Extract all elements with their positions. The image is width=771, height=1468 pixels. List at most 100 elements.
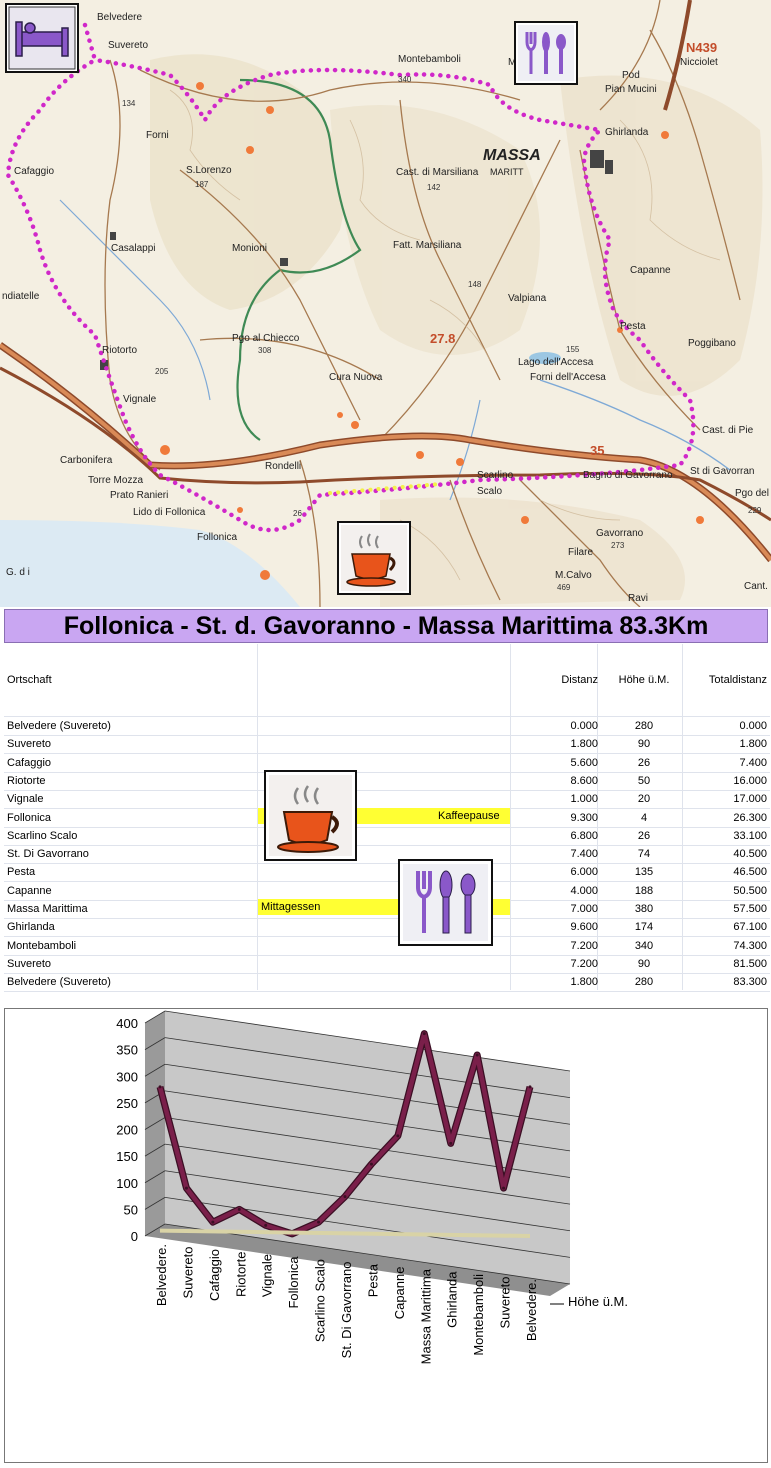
cell-ortschaft: Montebamboli bbox=[7, 939, 77, 952]
chart-data-point bbox=[317, 1220, 321, 1224]
cell-ortschaft: Vignale bbox=[7, 793, 44, 806]
chart-x-tick-label: Cafaggio bbox=[207, 1249, 222, 1301]
map-road-number: 35 bbox=[590, 443, 604, 458]
chart-x-tick-label: Belvedere. bbox=[524, 1279, 539, 1341]
cell-distanz: 8.600 bbox=[570, 774, 598, 787]
route-map: BelvedereSuveretoMontebamboliM.ArsentiNi… bbox=[0, 0, 771, 607]
cell-ortschaft: Ghirlanda bbox=[7, 921, 55, 934]
cell-hoehe: 280 bbox=[634, 976, 654, 989]
map-place-label: Lido di Follonica bbox=[133, 507, 206, 518]
map-place-label: Suvereto bbox=[108, 40, 148, 51]
map-place-label: Montebamboli bbox=[398, 54, 461, 65]
cell-distanz: 9.600 bbox=[570, 921, 598, 934]
chart-data-point bbox=[158, 1085, 162, 1089]
cell-hoehe: 26 bbox=[637, 756, 651, 769]
table-row: Belvedere (Suvereto) 1.800 280 83.300 bbox=[4, 973, 770, 993]
chart-x-tick-label: St. Di Gavorrano bbox=[339, 1262, 354, 1359]
map-place-label: Monioni bbox=[232, 243, 267, 254]
map-place-label: Cast. di Pie bbox=[702, 425, 754, 436]
chart-y-tick-label: 350 bbox=[116, 1043, 138, 1058]
chart-x-tick-label: Ghirlanda bbox=[445, 1271, 460, 1328]
table-row: Cafaggio 5.600 26 7.400 bbox=[4, 754, 770, 773]
map-place-label: Filare bbox=[568, 547, 593, 558]
chart-y-tick-label: 150 bbox=[116, 1149, 138, 1164]
map-place-label: Cant. bbox=[744, 581, 768, 592]
cell-distanz: 1.000 bbox=[570, 793, 598, 806]
chart-y-tick-label: 400 bbox=[116, 1016, 138, 1031]
header-hoehe: Höhe ü.M. bbox=[618, 674, 670, 686]
table-row: Ghirlanda 9.600 174 67.100 bbox=[4, 918, 770, 938]
chart-y-tick-label: 50 bbox=[124, 1202, 138, 1217]
map-elevation-label: 134 bbox=[122, 99, 136, 108]
map-place-label: Belvedere bbox=[97, 12, 142, 23]
table-row: Riotorte 8.600 50 16.000 bbox=[4, 772, 770, 791]
chart-y-tick-label: 0 bbox=[131, 1229, 138, 1244]
map-place-label: Pian Mucini bbox=[605, 84, 657, 95]
map-place-label: Rondelli bbox=[265, 461, 301, 472]
cell-distanz: 6.800 bbox=[570, 829, 598, 842]
cell-distanz: 7.000 bbox=[570, 903, 598, 915]
header-totaldistanz: Totaldistanz bbox=[708, 674, 767, 686]
map-place-label: M.Calvo bbox=[555, 570, 592, 581]
cell-hoehe: 340 bbox=[634, 939, 654, 952]
map-place-label: Carbonifera bbox=[60, 455, 113, 466]
map-place-label: Nicciolet bbox=[680, 57, 718, 68]
map-place-label: ndiatelle bbox=[2, 291, 40, 302]
table-row: Scarlino Scalo 6.800 26 33.100 bbox=[4, 827, 770, 846]
cell-totaldistanz: 57.500 bbox=[733, 903, 767, 915]
cell-hoehe: 188 bbox=[634, 884, 654, 897]
chart-x-tick-label: Vignale bbox=[260, 1254, 275, 1297]
chart-x-tick-label: Capanne bbox=[392, 1267, 407, 1320]
map-place-label: Poggibano bbox=[688, 338, 736, 349]
map-place-label: Bagno di Gavorrano bbox=[583, 470, 673, 481]
cell-distanz: 7.400 bbox=[570, 848, 598, 861]
map-elevation-label: 308 bbox=[258, 346, 272, 355]
chart-data-point bbox=[343, 1195, 347, 1199]
map-elevation-label: 469 bbox=[557, 583, 571, 592]
map-place-label: Forni bbox=[146, 130, 169, 141]
chart-series-label: Höhe ü.M. bbox=[568, 1294, 628, 1309]
cell-totaldistanz: 7.400 bbox=[739, 756, 767, 769]
cell-ortschaft: Scarlino Scalo bbox=[7, 829, 78, 842]
note-mittagessen: Mittagessen bbox=[261, 901, 321, 913]
cell-hoehe: 26 bbox=[637, 829, 651, 842]
map-place-label: Ravi bbox=[628, 593, 648, 604]
route-title: Follonica - St. d. Gavoranno - Massa Mar… bbox=[4, 609, 768, 643]
map-elevation-label: 340 bbox=[398, 75, 412, 84]
chart-x-tick-label: Suvereto bbox=[498, 1277, 513, 1329]
table-row: Capanne 4.000 188 50.500 bbox=[4, 882, 770, 901]
note-kaffeepause: Kaffeepause bbox=[438, 810, 500, 822]
map-elevation-label: 187 bbox=[195, 180, 209, 189]
cell-totaldistanz: 17.000 bbox=[733, 793, 767, 806]
cell-ortschaft: Pesta bbox=[7, 866, 36, 879]
cell-totaldistanz: 0.000 bbox=[739, 720, 767, 732]
chart-x-tick-label: Pesta bbox=[365, 1263, 380, 1297]
map-place-label: S.Lorenzo bbox=[186, 165, 232, 176]
coffee-cup-icon bbox=[264, 770, 357, 861]
table-row: Suvereto 7.200 90 81.500 bbox=[4, 955, 770, 974]
map-place-label: Pgo del bbox=[735, 488, 769, 499]
map-elevation-label: 148 bbox=[468, 280, 482, 289]
cell-totaldistanz: 74.300 bbox=[733, 939, 767, 952]
map-place-label: Scalo bbox=[477, 486, 502, 497]
map-elevation-label: 229 bbox=[748, 506, 762, 515]
cell-ortschaft: Riotorte bbox=[7, 774, 46, 787]
cell-totaldistanz: 40.500 bbox=[733, 848, 767, 861]
chart-x-tick-label: Riotorte bbox=[233, 1252, 248, 1298]
map-place-label: St di Gavorran bbox=[690, 466, 754, 477]
map-place-label: Scarlino bbox=[477, 470, 514, 481]
cell-ortschaft: Capanne bbox=[7, 884, 52, 897]
header-ortschaft: Ortschaft bbox=[7, 674, 52, 686]
chart-x-tick-label: Montebamboli bbox=[471, 1274, 486, 1356]
map-place-label: Gavorrano bbox=[596, 528, 644, 539]
cell-distanz: 4.000 bbox=[570, 884, 598, 897]
cell-distanz: 1.800 bbox=[570, 738, 598, 751]
cell-ortschaft: Belvedere (Suvereto) bbox=[7, 720, 111, 732]
map-elevation-label: 155 bbox=[566, 345, 580, 354]
map-place-label: Vignale bbox=[123, 394, 157, 405]
chart-data-point bbox=[237, 1207, 241, 1211]
cell-hoehe: 135 bbox=[634, 866, 654, 879]
cell-ortschaft: St. Di Gavorrano bbox=[7, 848, 89, 861]
cell-distanz: 7.200 bbox=[570, 939, 598, 952]
cell-totaldistanz: 26.300 bbox=[733, 811, 767, 824]
